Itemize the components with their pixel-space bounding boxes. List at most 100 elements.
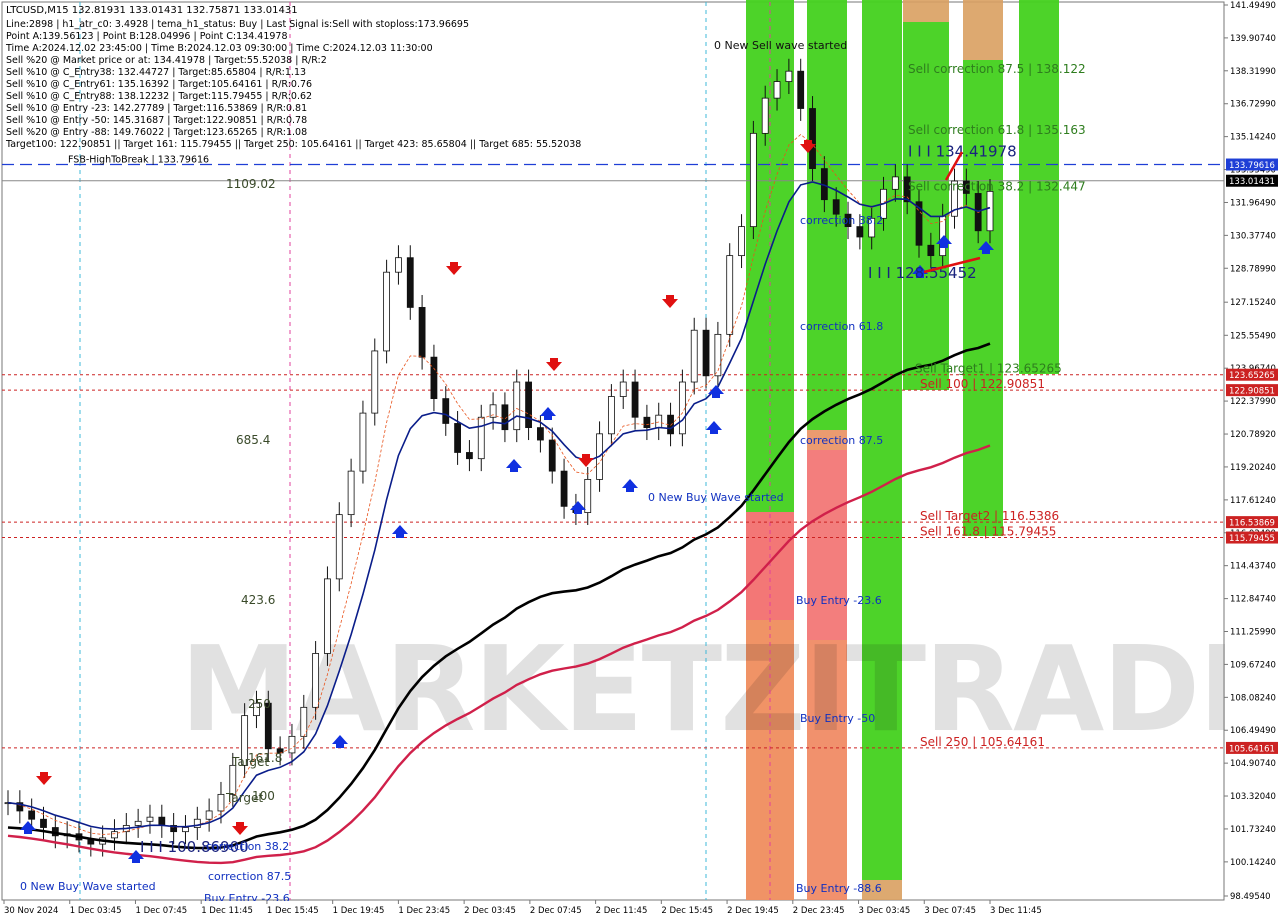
- y-tick-label: 103.32040: [1230, 792, 1276, 802]
- x-tick-label: 1 Dec 23:45: [398, 906, 450, 916]
- y-tick-label: 128.78990: [1230, 264, 1276, 274]
- y-tick-label: 114.43740: [1230, 562, 1276, 572]
- candle-body: [560, 470, 568, 507]
- candle-body: [430, 356, 438, 399]
- price-tag-label: 105.64161: [1229, 744, 1275, 754]
- header-info-line: Line:2898 | h1_atr_c0: 3.4928 | tema_h1_…: [6, 19, 469, 30]
- candle-body: [619, 381, 627, 397]
- candle-body: [146, 816, 154, 822]
- candle-body: [383, 271, 391, 352]
- zone-label: correction 87.5: [208, 870, 291, 883]
- y-tick-label: 119.20240: [1230, 463, 1276, 473]
- y-tick-label: 131.96490: [1230, 198, 1276, 208]
- y-tick-label: 111.25990: [1230, 628, 1276, 638]
- candle-body: [537, 427, 544, 441]
- price-tag-label: 115.79455: [1229, 534, 1275, 544]
- candle-body: [655, 414, 663, 429]
- y-tick-label: 106.49490: [1230, 726, 1276, 736]
- candle-body: [324, 578, 331, 654]
- candle-body: [418, 307, 426, 358]
- zone-label: correction 61.8: [800, 320, 883, 333]
- candle-body: [134, 820, 142, 826]
- y-tick-label: 139.90740: [1230, 34, 1276, 44]
- x-axis: 30 Nov 2024 1 Dec 03:45 1 Dec 07:45 1 Dec 1…: [0, 900, 1280, 920]
- candle-body: [702, 329, 710, 377]
- y-tick-label: 130.37740: [1230, 231, 1276, 241]
- price-chart: MARKETZITRADE FSB-HighToBreak | 133.7961…: [0, 0, 1280, 920]
- x-tick-label: 1 Dec 11:45: [201, 906, 253, 916]
- level-annotation: Sell correction 87.5 | 138.122: [908, 62, 1086, 76]
- candle-body: [87, 839, 95, 845]
- candle-body: [395, 257, 402, 273]
- candle-body: [217, 793, 225, 812]
- header-info-line: Target100: 122.90851 || Target 161: 115.…: [5, 139, 581, 150]
- point-label: I I I 128.55452: [868, 264, 977, 282]
- y-tick-label: 138.31990: [1230, 67, 1276, 77]
- chart-container: MARKETZITRADE FSB-HighToBreak | 133.7961…: [0, 0, 1280, 920]
- svg-text:MARKETZITRADE: MARKETZITRADE: [180, 620, 1277, 758]
- header-info-line: Time A:2024.12.02 23:45:00 | Time B:2024…: [5, 43, 433, 54]
- header-info-line: Sell %10 @ C_Entry38: 132.44727 | Target…: [6, 67, 306, 78]
- candle-body: [761, 97, 769, 134]
- level-annotation: Sell 250 | 105.64161: [920, 735, 1045, 749]
- y-tick-label: 108.08240: [1230, 693, 1276, 703]
- candle-body: [797, 70, 805, 109]
- y-tick-label: 109.67240: [1230, 660, 1276, 670]
- candle-body: [312, 653, 320, 708]
- zone-label: Buy Entry -23.6: [796, 594, 882, 607]
- candle-body: [832, 199, 840, 215]
- zone-label: correction 87.5: [800, 434, 883, 447]
- candle-body: [986, 190, 994, 232]
- candle-body: [607, 396, 615, 435]
- y-tick-label: 112.84740: [1230, 595, 1276, 605]
- price-tag-label: 133.01431: [1229, 177, 1275, 187]
- candle-body: [347, 470, 355, 516]
- y-axis: 141.49490 139.90740 138.31990 136.72990 135.…: [1223, 0, 1280, 920]
- candle-body: [371, 350, 379, 414]
- x-tick-label: 2 Dec 11:45: [596, 906, 648, 916]
- price-tag-label: 133.79616: [1229, 161, 1275, 171]
- x-tick-label: 2 Dec 15:45: [661, 906, 713, 916]
- level-annotation: Sell 161.8 | 115.79455: [920, 525, 1056, 539]
- x-tick-label: 1 Dec 15:45: [267, 906, 319, 916]
- y-tick-label: 136.72990: [1230, 100, 1276, 110]
- fib-scale-label: Target: [231, 755, 269, 769]
- candle-body: [891, 176, 899, 190]
- x-tick-label: 2 Dec 19:45: [727, 906, 779, 916]
- candle-body: [335, 514, 343, 580]
- x-tick-label: 1 Dec 03:45: [70, 906, 122, 916]
- y-tick-label: 122.37990: [1230, 397, 1276, 407]
- candle-body: [856, 226, 864, 238]
- candle-body: [359, 412, 367, 472]
- candle-body: [28, 810, 36, 820]
- level-annotation: Sell correction 38.2 | 132.447: [908, 179, 1086, 193]
- y-tick-label: 117.61240: [1230, 496, 1276, 506]
- candle-body: [726, 255, 734, 335]
- fib-scale-label: 423.6: [241, 593, 275, 607]
- candle-body: [205, 810, 213, 820]
- candle-body: [466, 452, 473, 460]
- y-tick-label: 127.15240: [1230, 298, 1276, 308]
- watermark: MARKETZITRADE: [180, 620, 1279, 758]
- y-tick-label: 135.14240: [1230, 133, 1276, 143]
- x-tick-label: 3 Dec 11:45: [990, 906, 1042, 916]
- header-info-line: Sell %10 @ Entry -23: 142.27789 | Target…: [6, 103, 307, 114]
- candle-body: [182, 827, 189, 833]
- zone-label: Buy Entry -50: [800, 712, 875, 725]
- candle-body: [631, 381, 639, 418]
- candle-body: [513, 381, 521, 431]
- y-tick-label: 104.90740: [1230, 759, 1276, 769]
- candle-body: [111, 831, 118, 839]
- candle-body: [714, 333, 722, 377]
- level-annotation: Sell 100 | 122.90851: [920, 377, 1045, 391]
- fib-scale-label: Target: [225, 791, 263, 805]
- candle-body: [738, 226, 745, 257]
- y-tick-label: 101.73240: [1230, 825, 1276, 835]
- candle-body: [442, 398, 450, 424]
- candle-body: [809, 108, 816, 169]
- candle-body: [158, 816, 166, 826]
- candle-body: [690, 329, 698, 383]
- candle-body: [525, 381, 532, 429]
- price-tag-label: 116.53869: [1229, 519, 1275, 529]
- candle-body: [584, 479, 592, 513]
